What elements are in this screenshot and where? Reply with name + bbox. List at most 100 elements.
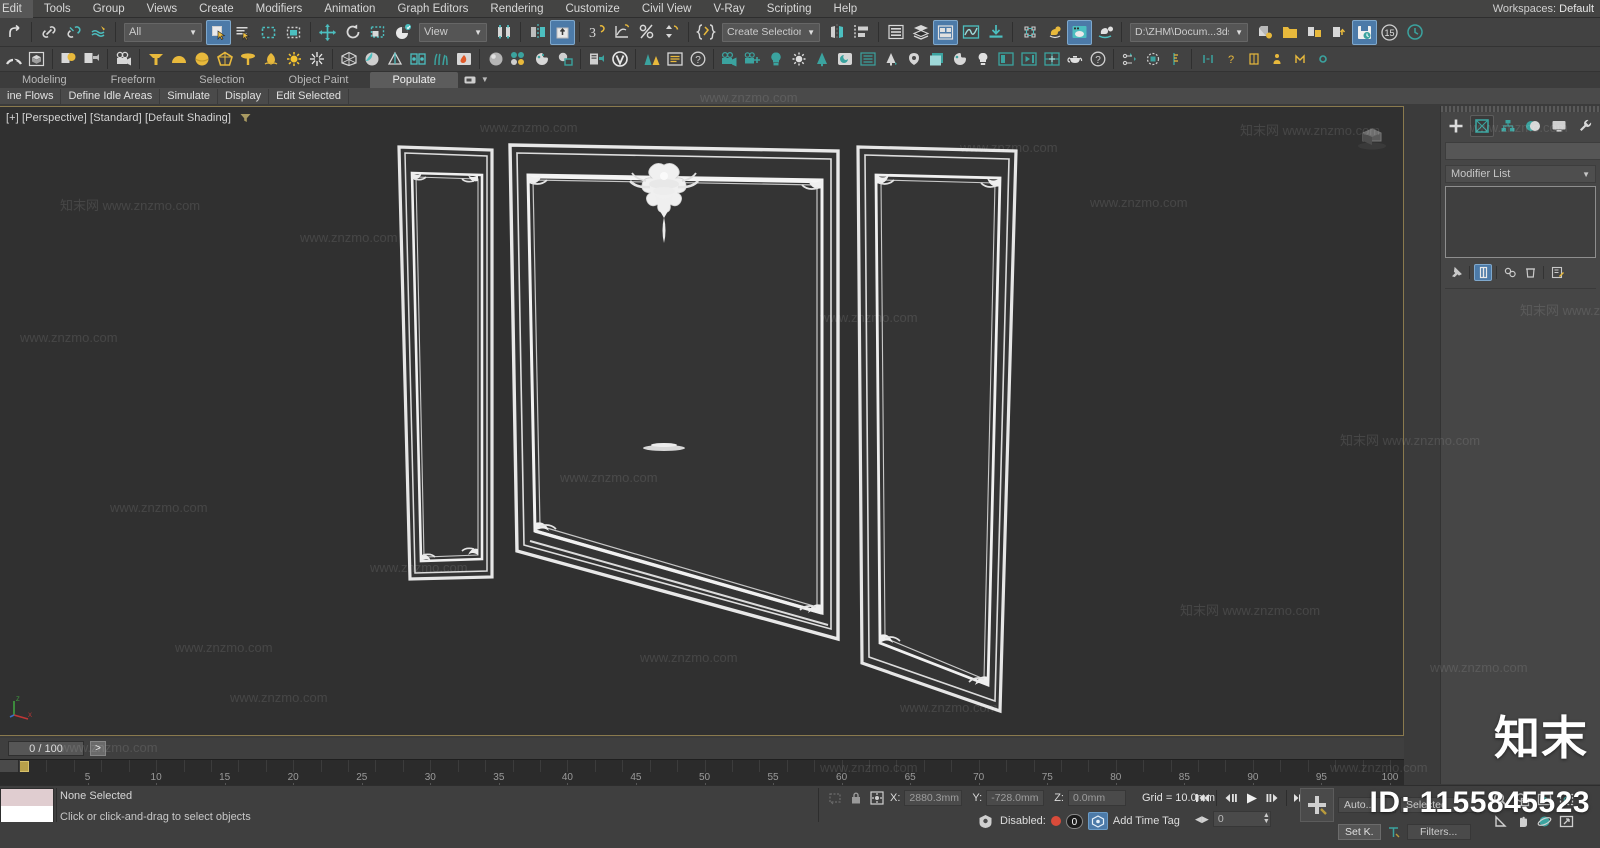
plant-library-icon[interactable] <box>879 48 902 70</box>
align-objects-icon[interactable] <box>849 20 874 45</box>
selection-set-dropdown[interactable]: Create Selection Set ▼ <box>722 22 820 42</box>
color-picker-icon[interactable] <box>948 48 971 70</box>
quick-save-icon[interactable] <box>1352 19 1377 45</box>
display-tab[interactable] <box>1547 115 1571 137</box>
next-frame-button[interactable]: > <box>90 741 106 756</box>
set-key-button[interactable]: Set K. <box>1338 824 1381 840</box>
render-settings-icon[interactable] <box>1252 20 1277 45</box>
project-folder-dropdown[interactable]: D:\ZHM\Docum...3ds Max 202 ▼ <box>1130 22 1248 42</box>
sphere-primitive-icon[interactable] <box>167 48 190 70</box>
zoom-extents-icon[interactable] <box>1534 790 1554 808</box>
layer-manager-icon[interactable] <box>883 20 908 45</box>
layer-list-icon[interactable] <box>856 48 879 70</box>
configure-modifier-sets-icon[interactable] <box>1548 264 1566 281</box>
use-pivot-point-center-icon[interactable] <box>491 20 516 45</box>
cone-primitive-icon[interactable] <box>236 48 259 70</box>
select-and-move-icon[interactable] <box>315 20 340 45</box>
add-time-tag-icon[interactable] <box>1087 812 1108 830</box>
modifier-stack-list[interactable] <box>1445 186 1596 258</box>
undo-icon[interactable] <box>2 20 27 45</box>
viewport-layout-icon[interactable] <box>1040 48 1063 70</box>
book-small-icon[interactable] <box>1242 48 1265 70</box>
sun-light-icon[interactable] <box>305 48 328 70</box>
skin-modifier-icon[interactable] <box>406 48 429 70</box>
ribbon-tab-populate[interactable]: Populate <box>370 72 458 88</box>
compact-material-editor-icon[interactable] <box>530 48 553 70</box>
ribbon-tab-selection[interactable]: Selection <box>177 72 266 88</box>
ribbon-options-button[interactable]: ▼ <box>458 72 495 88</box>
spinner-arrows-icon[interactable]: ◀▶ <box>1195 814 1209 825</box>
helper-object-icon[interactable] <box>259 48 282 70</box>
make-unique-icon[interactable] <box>1501 264 1519 281</box>
current-frame-spinner[interactable]: 0 ▲ ▼ <box>1212 811 1271 827</box>
teapot-icon[interactable] <box>1063 48 1086 70</box>
render-setup-icon[interactable] <box>1092 20 1117 45</box>
playback-panel-icon[interactable] <box>1017 48 1040 70</box>
modifier-list-dropdown[interactable]: Modifier List ▼ <box>1445 165 1596 183</box>
camera-icon[interactable] <box>112 48 135 70</box>
align-pivot-icon[interactable] <box>1141 48 1164 70</box>
coord-y-field[interactable]: -728.0mm <box>986 790 1045 806</box>
viewport-perspective[interactable]: [+] [Perspective] [Standard] [Default Sh… <box>0 106 1404 736</box>
slate-material-editor-icon[interactable] <box>553 48 576 70</box>
ribbon-subtab-simulate[interactable]: Simulate <box>160 88 219 104</box>
menu-item-help[interactable]: Help <box>823 0 869 18</box>
remove-modifier-icon[interactable] <box>1521 264 1539 281</box>
named-selection-sets-icon[interactable] <box>693 20 718 45</box>
notes-icon[interactable] <box>663 48 686 70</box>
panel-layout-icon[interactable] <box>994 48 1017 70</box>
select-and-scale-icon[interactable] <box>365 20 390 45</box>
key-filters-icon[interactable] <box>1385 824 1403 840</box>
curve-editor-toggle-icon[interactable] <box>958 20 983 45</box>
go-to-start-button[interactable] <box>1192 789 1213 807</box>
key-filters-button[interactable]: Filters... <box>1406 824 1471 840</box>
next-frame-button[interactable] <box>1262 789 1283 807</box>
curve-editor-icon[interactable] <box>609 20 634 45</box>
save-as-icon[interactable] <box>1302 20 1327 45</box>
zoom-all-icon[interactable] <box>1512 790 1532 808</box>
mirror-small-icon[interactable] <box>1196 48 1219 70</box>
orbit-view-icon[interactable] <box>1534 812 1554 830</box>
bind-to-space-warp-icon[interactable] <box>86 20 111 45</box>
paint-deform-icon[interactable] <box>902 48 925 70</box>
render-to-texture-icon[interactable] <box>585 48 608 70</box>
compass-helper-icon[interactable] <box>383 48 406 70</box>
viewport-label-standard[interactable]: [Standard] <box>90 112 142 124</box>
help-circle-icon[interactable]: ? <box>1086 48 1109 70</box>
question-small-icon[interactable]: ? <box>1219 48 1242 70</box>
selection-lock-region-icon[interactable] <box>826 789 844 807</box>
help-icon[interactable]: ? <box>686 48 709 70</box>
measure-tool-icon[interactable] <box>1164 48 1187 70</box>
select-by-name-icon[interactable] <box>231 20 256 45</box>
selection-filter-dropdown[interactable]: All ▼ <box>124 22 202 42</box>
window-crossing-icon[interactable] <box>281 20 306 45</box>
forest-pack-icon[interactable] <box>640 48 663 70</box>
absolute-relative-toggle-icon[interactable] <box>868 789 886 807</box>
rectangular-selection-region-icon[interactable] <box>256 20 281 45</box>
history-icon[interactable] <box>1402 20 1427 45</box>
layer-explorer-icon[interactable]: 3 <box>584 20 609 45</box>
toggle-scene-explorer-icon[interactable] <box>933 19 958 45</box>
polygon-primitive-icon[interactable] <box>213 48 236 70</box>
unwrap-uvw-icon[interactable] <box>337 48 360 70</box>
select-and-link-icon[interactable] <box>36 20 61 45</box>
create-camera-icon[interactable] <box>718 48 741 70</box>
menu-item-views[interactable]: Views <box>136 0 188 18</box>
viewport-filter-icon[interactable] <box>240 113 251 123</box>
workspaces-indicator[interactable]: Workspaces: Default <box>1493 3 1600 15</box>
mesh-small-icon[interactable] <box>1288 48 1311 70</box>
motion-tab[interactable] <box>1521 115 1545 137</box>
zoom-icon[interactable] <box>1490 790 1510 808</box>
play-animation-button[interactable] <box>1241 789 1262 807</box>
open-folder-icon[interactable] <box>1277 20 1302 45</box>
pin-stack-icon[interactable] <box>1447 264 1465 281</box>
ribbon-tab-freeform[interactable]: Freeform <box>89 72 178 88</box>
viewport-label-plus[interactable]: [+] <box>6 112 19 124</box>
export-icon[interactable] <box>1327 20 1352 45</box>
add-time-tag-label[interactable]: Add Time Tag <box>1113 815 1180 827</box>
selected-dropdown[interactable]: Selected <box>1400 797 1482 813</box>
create-tab[interactable] <box>1444 115 1468 137</box>
hierarchy-tab[interactable] <box>1496 115 1520 137</box>
menu-item-civil-view[interactable]: Civil View <box>631 0 703 18</box>
create-light-icon[interactable] <box>764 48 787 70</box>
